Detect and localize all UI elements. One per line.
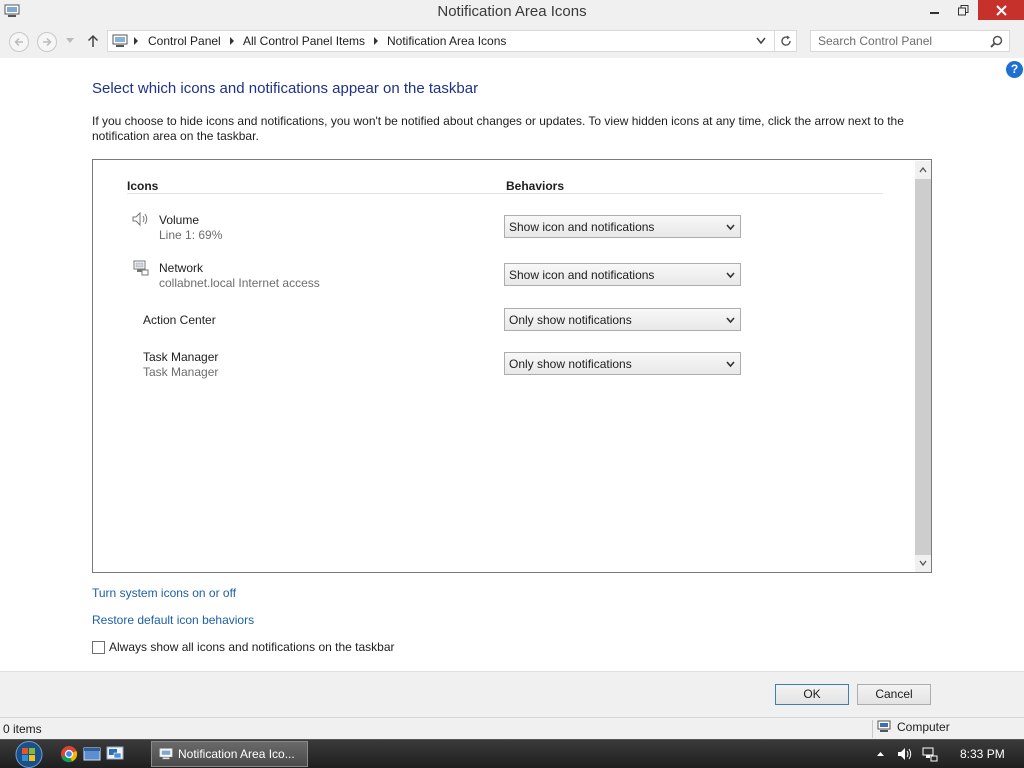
restore-defaults-link[interactable]: Restore default icon behaviors [92,613,254,627]
network-detail: collabnet.local Internet access [159,276,320,290]
taskbar-button-notification-area[interactable]: Notification Area Ico... [151,741,308,767]
restore-button[interactable] [950,0,976,20]
page-description: If you choose to hide icons and notifica… [92,114,904,143]
status-bar: 0 items Computer [0,717,1024,739]
volume-detail: Line 1: 69% [159,228,223,242]
item-count: 0 items [3,722,42,736]
header-divider [127,193,883,194]
minimize-button[interactable] [922,0,948,20]
chevron-down-icon[interactable] [756,37,766,45]
search-box[interactable] [810,30,1010,52]
scroll-up-icon[interactable] [919,167,927,173]
page-heading: Select which icons and notifications app… [92,80,479,97]
volume-behavior-value: Show icon and notifications [509,220,655,234]
task-manager-detail: Task Manager [143,365,219,379]
volume-behavior-select[interactable]: Show icon and notifications [504,215,741,238]
zone-label: Computer [897,720,950,734]
search-icon[interactable] [990,35,1003,48]
window-title: Notification Area Icons [437,3,587,20]
status-divider [872,720,873,738]
taskbar-clock[interactable]: 8:33 PM [960,747,1005,761]
column-header-icons: Icons [127,179,159,193]
chevron-right-icon[interactable] [133,37,139,45]
control-panel-icon [159,748,173,760]
action-center-name: Action Center [143,313,216,327]
computer-icon [877,720,891,732]
close-icon [995,4,1007,16]
always-show-option[interactable]: Always show all icons and notifications … [92,640,395,654]
up-arrow-icon[interactable] [87,34,99,48]
task-manager-behavior-select[interactable]: Only show notifications [504,352,741,375]
search-input[interactable] [811,31,981,51]
network-tray-icon[interactable] [922,747,938,762]
system-icons-link[interactable]: Turn system icons on or off [92,586,236,600]
dialog-footer: OK Cancel [0,671,1024,717]
refresh-button[interactable] [775,30,797,52]
network-behavior-value: Show icon and notifications [509,268,655,282]
always-show-label: Always show all icons and notifications … [109,640,395,654]
restore-icon [957,4,968,15]
back-button[interactable] [9,32,29,52]
window-icon[interactable] [83,745,101,763]
chevron-down-icon [726,224,735,231]
close-button[interactable] [978,0,1024,20]
action-center-behavior-value: Only show notifications [509,313,632,327]
taskbar: Notification Area Ico... 8:33 PM [0,739,1024,768]
recent-locations-icon[interactable] [66,38,74,44]
vertical-scrollbar[interactable] [915,161,931,572]
speaker-icon [132,211,148,227]
always-show-checkbox[interactable] [92,640,105,654]
breadcrumb-all-items[interactable]: All Control Panel Items [243,34,365,48]
chevron-down-icon [726,272,735,279]
remote-desktop-icon[interactable] [106,745,124,763]
scroll-down-icon[interactable] [919,560,927,566]
cancel-button[interactable]: Cancel [857,684,931,705]
icons-list-panel: Icons Behaviors Volume Line 1: 69% Show … [92,159,932,573]
action-center-behavior-select[interactable]: Only show notifications [504,308,741,331]
chevron-down-icon [726,361,735,368]
minimize-icon [930,12,939,14]
scrollbar-thumb[interactable] [915,179,931,555]
ok-button[interactable]: OK [775,684,849,705]
chevron-right-icon[interactable] [229,37,235,45]
column-header-behaviors: Behaviors [506,179,565,193]
start-orb-icon[interactable] [12,740,46,768]
network-name: Network [159,261,204,275]
network-behavior-select[interactable]: Show icon and notifications [504,263,741,286]
computer-icon [112,34,128,47]
chevron-down-icon [726,317,735,324]
task-manager-name: Task Manager [143,350,219,364]
zone-indicator: Computer [877,720,950,734]
network-icon [133,260,149,276]
refresh-icon [780,35,791,46]
task-manager-behavior-value: Only show notifications [509,357,632,371]
chevron-right-icon[interactable] [373,37,379,45]
title-bar: Notification Area Icons [0,0,1024,24]
chrome-icon[interactable] [60,745,78,763]
address-bar[interactable]: Control Panel All Control Panel Items No… [107,30,775,52]
volume-name: Volume [159,213,200,227]
help-icon[interactable]: ? [1006,61,1023,78]
volume-tray-icon[interactable] [897,747,913,762]
breadcrumb-notification-area[interactable]: Notification Area Icons [387,34,506,48]
show-hidden-icons-icon[interactable] [876,751,885,757]
back-arrow-icon [14,37,23,47]
forward-arrow-icon [43,37,52,47]
breadcrumb-control-panel[interactable]: Control Panel [148,34,221,48]
forward-button[interactable] [37,32,57,52]
taskbar-task-label: Notification Area Ico... [178,747,295,761]
